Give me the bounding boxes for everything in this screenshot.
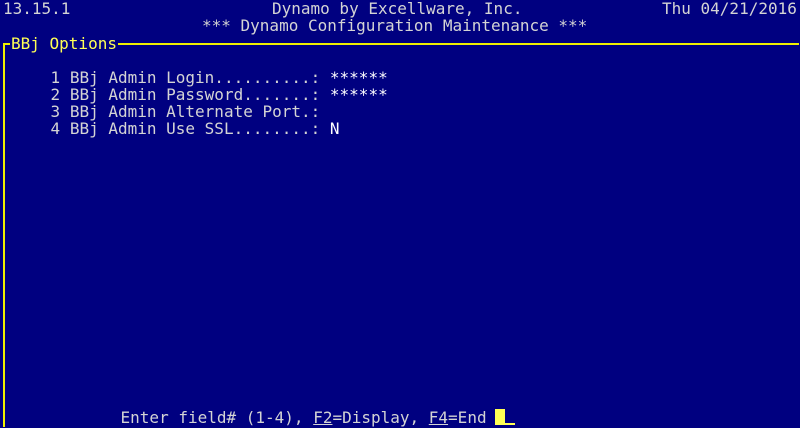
section-label: BBj Options: [10, 34, 118, 53]
terminal-screen: 13.15.1 Dynamo by Excellware, Inc. Thu 0…: [0, 0, 800, 428]
field-use-ssl[interactable]: 4 BBj Admin Use SSL........: N: [12, 103, 340, 154]
f2-action: =Display,: [332, 408, 429, 427]
prompt-text: Enter field# (1-4),: [120, 408, 314, 427]
cursor-block: [494, 409, 505, 425]
f4-key[interactable]: F4: [429, 408, 448, 427]
screen-title: *** Dynamo Configuration Maintenance ***: [202, 16, 588, 35]
f2-key[interactable]: F2: [313, 408, 332, 427]
field-value: ******: [329, 85, 388, 104]
field-number: 4: [50, 119, 61, 138]
field-value: N: [329, 119, 340, 138]
f4-action: =End: [448, 408, 487, 427]
field-label: BBj Admin Use SSL........:: [69, 119, 321, 138]
company-name: Dynamo by Excellware, Inc.: [272, 0, 523, 18]
current-date: Thu 04/21/2016: [662, 0, 797, 18]
command-prompt[interactable]: Enter field# (1-4), F2=Display, F4=End: [82, 392, 515, 428]
cursor-underline: [504, 423, 515, 425]
version-number: 13.15.1: [3, 0, 71, 18]
